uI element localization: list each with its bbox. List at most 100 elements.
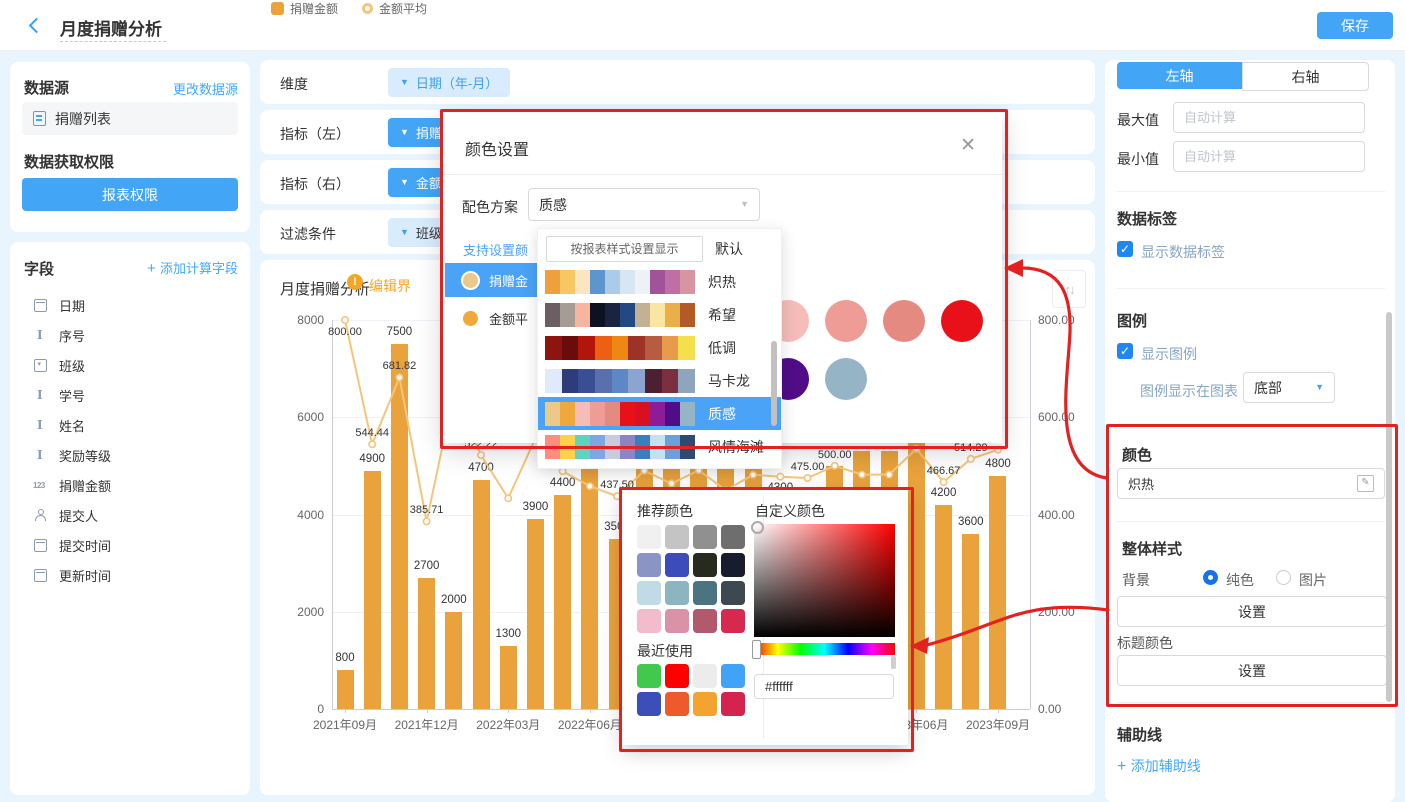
recent-swatch[interactable]: [721, 692, 745, 716]
title-color-set-button[interactable]: 设置: [1117, 655, 1387, 686]
max-input[interactable]: [1173, 102, 1365, 133]
scheme-color-circle[interactable]: [825, 358, 867, 400]
field-item[interactable]: 日期: [34, 294, 85, 316]
min-input[interactable]: [1173, 141, 1365, 172]
mini-scrollbar[interactable]: [891, 656, 896, 669]
recommended-swatch[interactable]: [693, 581, 717, 605]
datalabel-checkbox[interactable]: ✓: [1117, 241, 1133, 257]
recommended-swatch[interactable]: [665, 609, 689, 633]
recent-swatch[interactable]: [721, 664, 745, 688]
bar[interactable]: [418, 578, 435, 709]
field-item[interactable]: 学号: [34, 384, 85, 406]
recent-swatch[interactable]: [637, 664, 661, 688]
bg-radio-solid[interactable]: [1203, 570, 1218, 585]
bar[interactable]: [391, 344, 408, 709]
modal-metric-row[interactable]: 金额平: [445, 301, 537, 335]
legend-item-bar[interactable]: 捐赠金额: [271, 0, 338, 17]
bg-radio-image[interactable]: [1276, 570, 1291, 585]
scheme-option-质感[interactable]: 质感: [538, 397, 781, 430]
recommended-swatch[interactable]: [665, 581, 689, 605]
change-datasource-link[interactable]: 更改数据源: [173, 79, 238, 98]
scheme-option-希望[interactable]: 希望: [538, 298, 781, 331]
recommended-title: 推荐颜色: [637, 501, 693, 521]
recommended-swatch[interactable]: [665, 525, 689, 549]
field-item[interactable]: 更新时间: [34, 564, 111, 586]
field-item[interactable]: 提交时间: [34, 534, 111, 556]
recommended-swatch[interactable]: [637, 581, 661, 605]
sort-button[interactable]: ↑↓: [1052, 270, 1086, 308]
scheme-color-circle[interactable]: [883, 300, 925, 342]
bar[interactable]: [554, 495, 571, 709]
data-permission-title: 数据获取权限: [24, 151, 114, 172]
recommended-swatch[interactable]: [665, 553, 689, 577]
report-permission-button[interactable]: 报表权限: [22, 178, 238, 211]
field-item[interactable]: 姓名: [34, 414, 85, 436]
recommended-swatch[interactable]: [721, 581, 745, 605]
scheme-option-马卡龙[interactable]: 马卡龙: [538, 364, 781, 397]
bar[interactable]: [962, 534, 979, 709]
bar[interactable]: [989, 476, 1006, 709]
scheme-select[interactable]: 质感 ▼: [528, 188, 760, 221]
recommended-swatch[interactable]: [721, 609, 745, 633]
legend-item-line[interactable]: 金额平均: [362, 0, 427, 17]
legend-checkbox[interactable]: ✓: [1117, 343, 1133, 359]
scheme-option-默认[interactable]: 按报表样式设置显示默认: [538, 232, 781, 265]
hue-slider[interactable]: [754, 643, 895, 655]
recent-swatch[interactable]: [693, 664, 717, 688]
scheme-option-label: 马卡龙: [708, 371, 750, 391]
field-item[interactable]: 班级: [34, 354, 85, 376]
add-calc-field-link[interactable]: + 添加计算字段: [147, 258, 238, 277]
recommended-swatch[interactable]: [721, 525, 745, 549]
bar[interactable]: [500, 646, 517, 709]
legend-pos-select[interactable]: 底部 ▼: [1243, 372, 1335, 403]
field-item[interactable]: 捐赠金额: [34, 474, 111, 496]
recent-swatch[interactable]: [665, 664, 689, 688]
modal-metric-row[interactable]: 捐赠金: [445, 263, 537, 297]
tab-right-axis[interactable]: 右轴: [1242, 62, 1369, 91]
gradient-cursor[interactable]: [751, 521, 764, 534]
datasource-table-row[interactable]: 捐赠列表: [22, 102, 238, 135]
recommended-swatch[interactable]: [721, 553, 745, 577]
color-scheme-input[interactable]: 炽热 ✎: [1117, 468, 1385, 499]
recommended-swatch[interactable]: [693, 525, 717, 549]
recommended-swatch[interactable]: [637, 553, 661, 577]
recommended-swatch[interactable]: [637, 525, 661, 549]
scheme-color-circle[interactable]: [941, 300, 983, 342]
back-icon[interactable]: [29, 18, 45, 34]
bar[interactable]: [473, 480, 490, 709]
recent-swatch[interactable]: [665, 692, 689, 716]
field-item[interactable]: 序号: [34, 324, 85, 346]
panel-scrollbar[interactable]: [1386, 312, 1392, 702]
bar[interactable]: [581, 442, 598, 709]
tab-left-axis[interactable]: 左轴: [1117, 62, 1242, 89]
recommended-swatch[interactable]: [693, 553, 717, 577]
add-guide-link[interactable]: + 添加辅助线: [1117, 756, 1201, 776]
saturation-gradient[interactable]: [754, 524, 895, 637]
field-item[interactable]: 奖励等级: [34, 444, 111, 466]
recommended-swatch[interactable]: [693, 609, 717, 633]
close-icon[interactable]: ✕: [960, 134, 976, 157]
recent-swatch[interactable]: [693, 692, 717, 716]
hue-handle[interactable]: [752, 640, 761, 659]
bar[interactable]: [527, 519, 544, 709]
bar[interactable]: [337, 670, 354, 709]
recommended-swatch[interactable]: [637, 609, 661, 633]
scheme-option-低调[interactable]: 低调: [538, 331, 781, 364]
hex-input[interactable]: [754, 674, 894, 699]
recent-swatch[interactable]: [637, 692, 661, 716]
dropdown-scrollbar[interactable]: [771, 341, 777, 426]
config-pill[interactable]: ▼日期（年-月）: [388, 68, 510, 97]
edit-hint[interactable]: 编辑界: [369, 276, 411, 296]
scheme-style-button[interactable]: 按报表样式设置显示: [546, 236, 703, 262]
scheme-option-炽热[interactable]: 炽热: [538, 265, 781, 298]
bar[interactable]: [445, 612, 462, 709]
bar[interactable]: [908, 442, 925, 709]
scheme-color-circle[interactable]: [825, 300, 867, 342]
field-item[interactable]: 提交人: [34, 504, 98, 526]
bar[interactable]: [935, 505, 952, 709]
save-button[interactable]: 保存: [1317, 12, 1393, 39]
bg-set-button[interactable]: 设置: [1117, 596, 1387, 627]
bar[interactable]: [364, 471, 381, 709]
scheme-option-风情海滩[interactable]: 风情海滩: [538, 430, 781, 463]
metric-color-dot: [461, 271, 480, 290]
